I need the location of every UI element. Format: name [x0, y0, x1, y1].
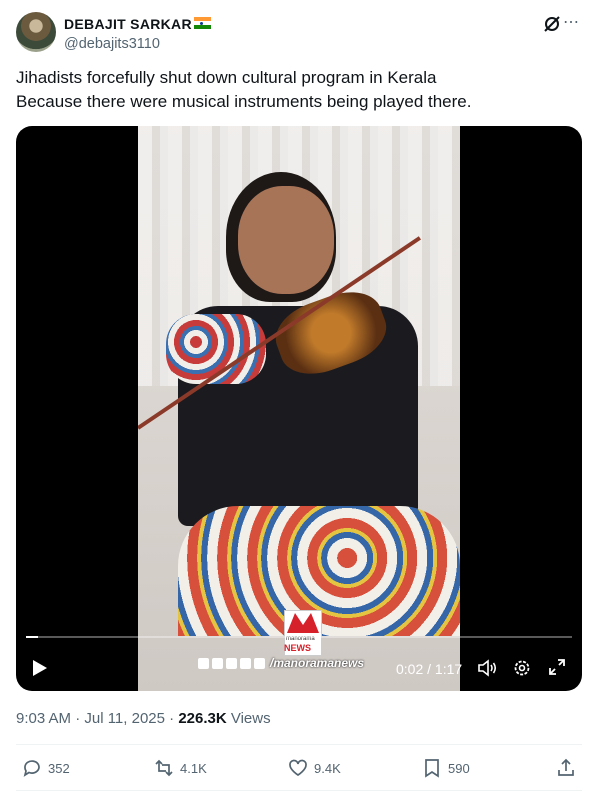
- share-icon: [558, 758, 574, 776]
- youtube-icon: [240, 657, 251, 669]
- fullscreen-icon[interactable]: [549, 659, 565, 675]
- social-watermark: /manoramanews: [198, 656, 364, 670]
- share-button[interactable]: [556, 758, 576, 778]
- views-count: 226.3K: [178, 710, 227, 727]
- threads-icon: [254, 657, 265, 669]
- like-count: 9.4K: [314, 760, 341, 776]
- heart-icon: [289, 759, 307, 777]
- views-label: Views: [226, 710, 271, 727]
- repost-button[interactable]: 4.1K: [154, 758, 207, 778]
- video-time: 0:02 / 1:17: [396, 661, 463, 677]
- tweet-meta: 9:03 AM · Jul 11, 2025 · 226.3K Views: [16, 710, 271, 727]
- like-button[interactable]: 9.4K: [288, 758, 341, 778]
- repost-icon: [155, 759, 173, 777]
- tweet-timestamp[interactable]: 9:03 AM · Jul 11, 2025 ·: [16, 710, 178, 727]
- display-name[interactable]: DEBAJIT SARKAR: [64, 16, 192, 32]
- x-icon: [226, 657, 237, 669]
- user-handle[interactable]: @debajits3110: [64, 36, 160, 52]
- performer-face: [238, 186, 334, 294]
- tweet-text-line-2: Because there were musical instruments b…: [16, 92, 472, 111]
- reply-count: 352: [48, 760, 70, 776]
- action-bar: 352 4.1K 9.4K 590: [16, 758, 582, 782]
- reply-button[interactable]: 352: [22, 758, 70, 778]
- tweet-header: DEBAJIT SARKAR @debajits3110 ⋯: [16, 12, 582, 56]
- play-icon[interactable]: [32, 659, 48, 677]
- avatar[interactable]: [16, 12, 56, 52]
- video-frame[interactable]: manorama NEWS: [138, 126, 460, 691]
- volume-icon[interactable]: [478, 659, 498, 677]
- more-options-icon[interactable]: ⋯: [560, 12, 582, 32]
- india-flag-icon: [193, 17, 211, 29]
- video-progress-bar[interactable]: [26, 636, 572, 638]
- bookmark-count: 590: [448, 760, 470, 776]
- divider: [16, 744, 582, 745]
- bookmark-icon: [425, 759, 439, 778]
- divider-bottom: [16, 790, 582, 791]
- facebook-icon: [198, 657, 209, 669]
- repost-count: 4.1K: [180, 760, 207, 776]
- name-row: DEBAJIT SARKAR: [64, 16, 211, 32]
- instagram-icon: [212, 657, 223, 669]
- grok-icon[interactable]: [542, 14, 562, 34]
- settings-gear-icon[interactable]: [513, 659, 531, 677]
- tweet-text: Jihadists forcefully shut down cultural …: [16, 66, 576, 114]
- video-progress-fill: [26, 636, 38, 638]
- logo-news-text: NEWS: [284, 643, 311, 653]
- bookmark-button[interactable]: 590: [422, 758, 470, 778]
- tweet-text-line-1: Jihadists forcefully shut down cultural …: [16, 68, 437, 87]
- video-player[interactable]: manorama NEWS /manoramanews 0:02 / 1:17: [16, 126, 582, 691]
- social-handle-text: /manoramanews: [270, 656, 365, 670]
- reply-icon: [23, 760, 40, 777]
